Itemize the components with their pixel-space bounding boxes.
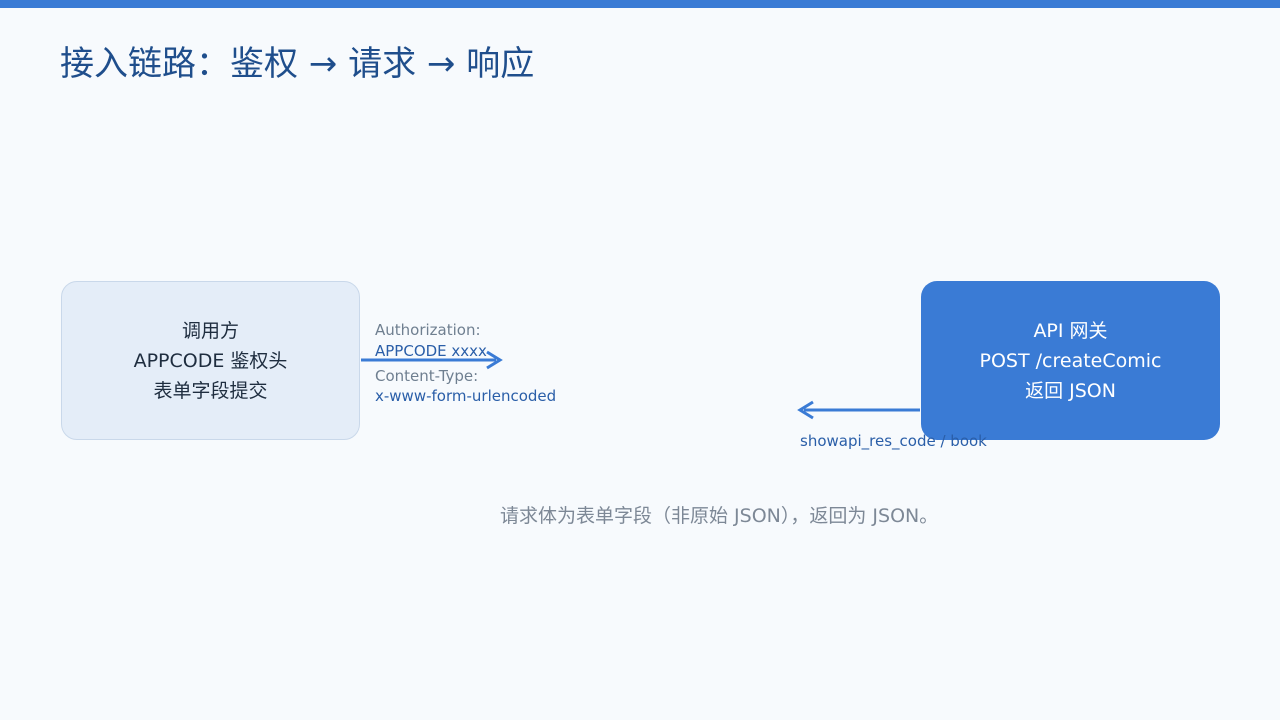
page-title: 接入链路：鉴权 → 请求 → 响应 (60, 44, 535, 84)
auth-header-key: Authorization: (375, 321, 481, 339)
footer-caption: 请求体为表单字段（非原始 JSON），返回为 JSON。 (500, 505, 939, 527)
response-label: showapi_res_code / book (800, 432, 987, 450)
gateway-node: API 网关 POST /createComic 返回 JSON (921, 281, 1220, 440)
gateway-node-title: API 网关 (1033, 319, 1108, 342)
auth-header-value: APPCODE xxxx (375, 342, 487, 360)
gateway-node-endpoint: POST /createComic (979, 349, 1162, 372)
caller-node: 调用方 APPCODE 鉴权头 表单字段提交 (61, 281, 360, 440)
content-type-key: Content-Type: (375, 367, 479, 385)
content-type-value: x-www-form-urlencoded (375, 387, 557, 405)
caller-node-auth: APPCODE 鉴权头 (133, 349, 288, 372)
gateway-node-return: 返回 JSON (1025, 379, 1116, 402)
response-arrow (797, 400, 920, 420)
caller-node-title: 调用方 (181, 319, 239, 342)
caller-node-form: 表单字段提交 (153, 379, 268, 402)
top-accent-bar (0, 0, 1280, 8)
